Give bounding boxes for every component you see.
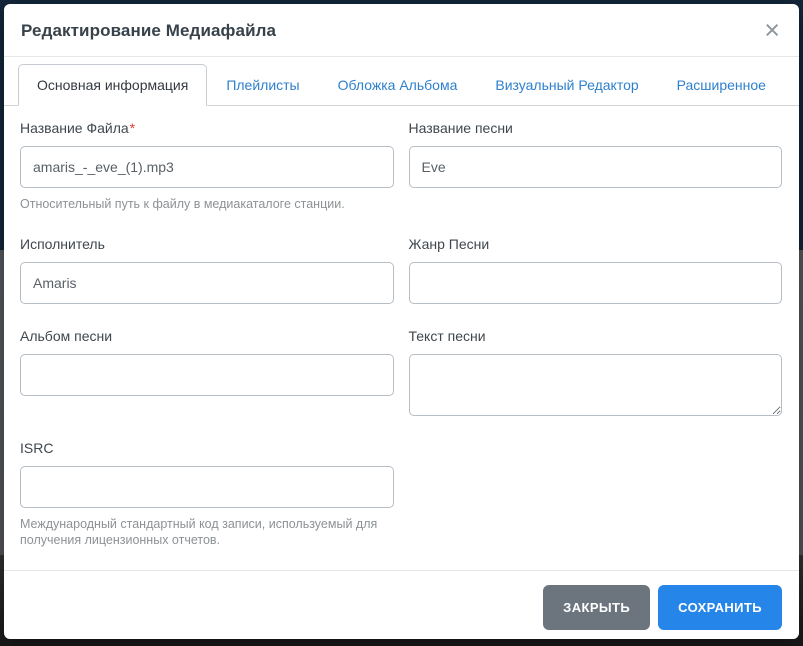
tab-visual-editor[interactable]: Визуальный Редактор [476,64,657,106]
field-genre: Жанр Песни [408,234,782,304]
form-grid: Название Файла* Относительный путь к фай… [20,118,782,570]
modal-body: Название Файла* Относительный путь к фай… [4,106,799,570]
genre-input[interactable] [408,262,782,304]
field-isrc: ISRC Международный стандартный код запис… [20,438,394,548]
song-title-input[interactable] [408,146,782,188]
modal-title: Редактирование Медиафайла [21,20,277,40]
tab-basic-info[interactable]: Основная информация [18,64,208,106]
album-label: Альбом песни [20,328,113,344]
modal-footer: ЗАКРЫТЬ СОХРАНИТЬ [4,570,799,639]
tab-album-art[interactable]: Обложка Альбома [319,64,477,106]
field-album: Альбом песни [20,326,394,396]
field-file-name: Название Файла* Относительный путь к фай… [20,118,394,212]
field-song-title: Название песни [408,118,782,188]
field-lyrics: Текст песни [408,326,782,416]
isrc-input[interactable] [20,466,394,508]
song-title-label: Название песни [408,120,513,136]
save-button[interactable]: СОХРАНИТЬ [658,585,782,630]
isrc-help: Международный стандартный код записи, ис… [20,517,378,547]
isrc-label: ISRC [20,440,54,456]
close-icon[interactable]: × [760,17,784,44]
modal-header: Редактирование Медиафайла × [4,4,799,57]
lyrics-textarea[interactable] [408,354,782,416]
tab-playlists[interactable]: Плейлисты [207,64,318,106]
tab-advanced[interactable]: Расширенное [658,64,785,106]
edit-media-modal: Редактирование Медиафайла × Основная инф… [4,4,799,639]
album-input[interactable] [20,354,394,396]
file-name-label-text: Название Файла [20,120,129,136]
close-button[interactable]: ЗАКРЫТЬ [543,585,651,630]
required-asterisk: * [129,120,136,136]
file-name-label: Название Файла* [20,118,394,138]
file-name-help: Относительный путь к файлу в медиакатало… [20,197,345,211]
field-artist: Исполнитель [20,234,394,304]
artist-input[interactable] [20,262,394,304]
file-name-input[interactable] [20,146,394,188]
artist-label: Исполнитель [20,236,105,252]
lyrics-label: Текст песни [408,328,486,344]
tab-bar: Основная информация Плейлисты Обложка Ал… [4,57,799,106]
genre-label: Жанр Песни [408,236,490,252]
